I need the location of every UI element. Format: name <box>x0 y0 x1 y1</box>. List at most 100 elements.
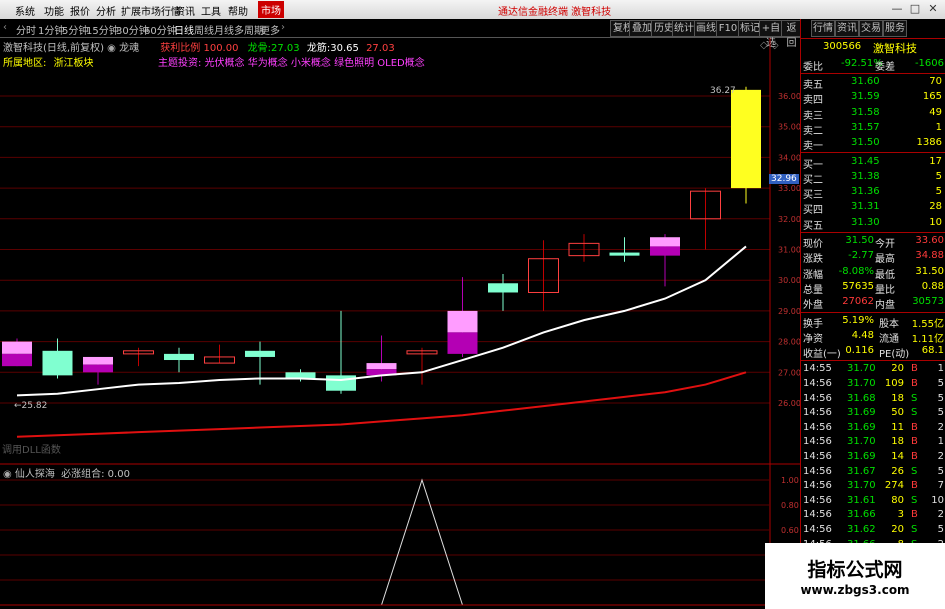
period-week[interactable]: 周线 <box>194 22 214 37</box>
add-favorite-button[interactable]: +自选 <box>759 20 783 49</box>
price-tag: 32.96 <box>769 174 799 184</box>
candle-body[interactable] <box>447 332 478 354</box>
candle-body[interactable] <box>650 237 680 247</box>
sector-value: 浙江板块 <box>53 58 94 69</box>
period-more[interactable]: 更多 <box>260 22 280 37</box>
ask-row: 卖一 31.50 1386 <box>801 136 945 153</box>
candle-body[interactable] <box>83 364 113 373</box>
ask-row: 卖四 31.59 165 <box>801 90 945 106</box>
period-1min[interactable]: 1分钟 <box>38 22 64 37</box>
tick-row: 14:56 31.67 26 S 5 <box>801 465 945 480</box>
stat-label: 今开 <box>875 239 895 250</box>
menu-analysis[interactable]: 分析 <box>96 3 116 18</box>
ask-price: 31.57 <box>851 121 880 133</box>
period-day[interactable]: 日线 <box>174 22 194 37</box>
candle-body[interactable] <box>245 350 275 357</box>
y-tick-label: 36.00 <box>778 92 800 101</box>
bid-volume: 10 <box>929 216 942 228</box>
chevron-right-icon[interactable]: › <box>281 22 285 33</box>
draw-button[interactable]: 画线 <box>694 20 718 37</box>
candle-body[interactable] <box>42 350 73 376</box>
stat-value: 0.116 <box>845 345 874 357</box>
f10-button[interactable]: F10 <box>716 20 740 37</box>
stat-value: 31.50 <box>915 265 944 277</box>
menu-quote[interactable]: 报价 <box>70 3 90 18</box>
bid-label: 买四 <box>803 205 823 217</box>
market-button[interactable]: 市场 <box>258 1 284 18</box>
period-month[interactable]: 月线 <box>214 22 234 37</box>
stat-label: 收益(一) <box>803 349 841 361</box>
stat-label: 换手 <box>803 318 823 330</box>
close-icon[interactable]: ✕ <box>926 2 940 16</box>
menu-ext-market[interactable]: 扩展市场行情 <box>121 3 181 18</box>
ask-volume: 1386 <box>916 137 942 149</box>
tick-side: B <box>911 363 918 375</box>
candle-body[interactable] <box>2 353 32 367</box>
tick-volume: 18 <box>891 436 904 448</box>
quote-tab[interactable]: 行情 <box>811 20 835 37</box>
stat-row: 涨跌 -2.77 最高 34.88 <box>801 249 945 266</box>
menu-news[interactable]: 资讯 <box>175 3 195 18</box>
divider <box>801 311 945 313</box>
ask-label: 卖一 <box>803 141 823 153</box>
stat-value: 30573 <box>912 296 944 308</box>
maximize-icon[interactable]: □ <box>908 2 922 16</box>
trade-tab[interactable]: 交易 <box>859 20 883 37</box>
sub-y-tick-label: 0.60 <box>781 526 799 535</box>
candle-body[interactable] <box>609 252 640 256</box>
minimize-icon[interactable]: — <box>890 2 904 16</box>
tick-time: 14:56 <box>803 451 832 462</box>
tick-row: 14:56 31.69 11 B 2 <box>801 421 945 436</box>
menu-tools[interactable]: 工具 <box>201 3 221 18</box>
tick-price: 31.70 <box>847 363 876 375</box>
tick-count: 5 <box>937 407 944 419</box>
sub-subtitle: 必涨组合: <box>61 469 105 480</box>
candle-body[interactable] <box>488 283 518 293</box>
stat-label: 净资 <box>803 333 823 345</box>
stat-value: -8.08% <box>838 265 874 277</box>
candle-body[interactable] <box>326 375 356 391</box>
tick-count: 5 <box>937 465 944 477</box>
candle-body[interactable] <box>83 356 113 365</box>
tick-volume: 50 <box>891 407 904 419</box>
period-timeshare[interactable]: 分时 <box>16 22 36 37</box>
stat-label: 涨跌 <box>803 254 823 266</box>
sector-label: 所属地区: <box>3 58 47 69</box>
stat-row: 涨幅 -8.08% 最低 31.50 <box>801 265 945 281</box>
menu-help[interactable]: 帮助 <box>228 3 248 18</box>
period-5min[interactable]: 5分钟 <box>62 22 88 37</box>
period-15min[interactable]: 15分钟 <box>86 22 119 37</box>
stat-label: 内盘 <box>875 300 895 312</box>
candle-body[interactable] <box>2 341 32 354</box>
tick-row: 14:55 31.70 20 B 1 <box>801 362 945 377</box>
tick-count: 1 <box>937 436 944 448</box>
service-tab[interactable]: 服务 <box>883 20 907 37</box>
chevron-left-icon[interactable]: ‹ <box>3 22 7 33</box>
longjin-label: 龙筋: <box>306 43 331 54</box>
indicator-name[interactable]: 龙魂 <box>119 43 139 54</box>
candle-body[interactable] <box>164 353 194 361</box>
candle-body[interactable] <box>731 89 761 189</box>
sub-value: 0.00 <box>107 469 130 480</box>
weicha-value: -1606 <box>914 58 944 69</box>
menu-system[interactable]: 系统 <box>15 3 35 18</box>
y-tick-label: 31.00 <box>778 246 800 255</box>
stats-button[interactable]: 统计 <box>672 20 696 37</box>
sector-info: 所属地区: 浙江板块 <box>3 54 94 69</box>
menu-function[interactable]: 功能 <box>44 3 64 18</box>
bid-price: 31.45 <box>851 155 880 167</box>
tick-volume: 3 <box>897 509 904 521</box>
sub-title[interactable]: 仙人探海 <box>15 469 55 480</box>
candle-body[interactable] <box>447 310 478 333</box>
tick-price: 31.70 <box>847 480 876 492</box>
ask-label: 卖二 <box>803 125 823 137</box>
kline-chart[interactable]: 36.00 35.00 34.00 33.00 32.00 31.00 30.00 29.00… <box>0 38 800 609</box>
bid-volume: 28 <box>929 201 942 213</box>
back-button[interactable]: 返回 <box>781 20 802 49</box>
diamond-icon[interactable]: ◇ ◇ <box>760 40 779 51</box>
news-tab[interactable]: 资讯 <box>835 20 859 37</box>
period-60min[interactable]: 60分钟 <box>144 22 177 37</box>
candle-body[interactable] <box>650 246 680 256</box>
candle-body[interactable] <box>366 363 397 370</box>
tick-row: 14:56 31.69 14 B 2 <box>801 450 945 465</box>
